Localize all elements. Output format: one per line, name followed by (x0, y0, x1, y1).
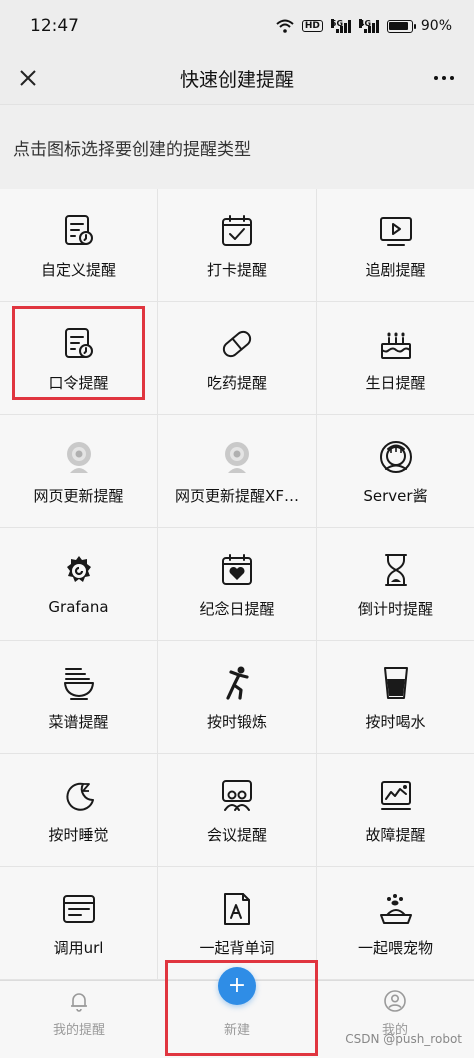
reminder-type-label: 按时喝水 (365, 713, 426, 731)
reminder-type-item[interactable]: 一起喂宠物 (317, 867, 474, 980)
reminder-type-item[interactable]: 生日提醒 (317, 302, 474, 415)
reminder-type-item[interactable]: 菜谱提醒 (0, 641, 157, 754)
battery-icon (386, 19, 416, 33)
reminder-type-label: 口令提醒 (48, 374, 109, 392)
reminder-type-item[interactable]: 打卡提醒 (158, 189, 316, 302)
moon-sleep-icon (61, 778, 97, 814)
more-button[interactable] (428, 62, 460, 94)
calendar-check-icon (219, 213, 255, 249)
close-button[interactable] (12, 62, 44, 94)
tab-label: 新建 (223, 1023, 250, 1038)
instructions-text: 点击图标选择要创建的提醒类型 (13, 140, 251, 160)
webcam-icon (219, 439, 255, 475)
reminder-type-label: 一起背单词 (199, 939, 275, 957)
reminder-type-label: 按时睡觉 (48, 826, 109, 844)
status-time: 12:47 (30, 16, 79, 36)
exercise-icon (219, 665, 255, 701)
doc-clock-icon (61, 213, 97, 249)
bowl-icon (61, 665, 97, 701)
reminder-type-item[interactable]: 倒计时提醒 (317, 528, 474, 641)
reminder-type-item[interactable]: 网页更新提醒 (0, 415, 157, 528)
water-glass-icon (378, 665, 414, 701)
battery-percent: 90% (420, 18, 452, 34)
watermark: CSDN @push_robot (345, 1032, 462, 1046)
pet-bowl-icon (378, 891, 414, 927)
reminder-type-label: 追剧提醒 (365, 261, 426, 279)
pill-icon (219, 326, 255, 362)
reminder-type-label: 网页更新提醒XF… (175, 487, 299, 505)
webcam-icon (61, 439, 97, 475)
tab-my-reminders[interactable]: 我的提醒 (0, 981, 158, 1058)
cake-icon (378, 326, 414, 362)
reminder-type-item[interactable]: Server酱 (317, 415, 474, 528)
reminder-type-item[interactable]: 一起背单词 (158, 867, 316, 980)
hourglass-icon (378, 552, 414, 588)
reminder-type-item[interactable]: 按时喝水 (317, 641, 474, 754)
reminder-type-label: 网页更新提醒 (33, 487, 124, 505)
reminder-type-label: 打卡提醒 (206, 261, 267, 279)
signal-icon-5g: 5G (330, 19, 351, 33)
close-icon (20, 70, 36, 86)
tab-label: 我的提醒 (52, 1023, 105, 1038)
add-button[interactable]: + (218, 967, 256, 1005)
reminder-type-item[interactable]: 故障提醒 (317, 754, 474, 867)
reminder-type-item[interactable]: 按时睡觉 (0, 754, 157, 867)
status-icons: HD 5G 4G 90% (276, 18, 452, 34)
bell-icon (71, 993, 87, 1012)
reminder-type-label: 吃药提醒 (206, 374, 267, 392)
reminder-type-label: 纪念日提醒 (199, 600, 275, 618)
instructions-bar: 点击图标选择要创建的提醒类型 (0, 104, 474, 188)
reminder-type-label: 倒计时提醒 (357, 600, 433, 618)
reminder-type-label: 会议提醒 (206, 826, 267, 844)
reminder-type-item[interactable]: 会议提醒 (158, 754, 316, 867)
reminder-type-item[interactable]: 按时锻炼 (158, 641, 316, 754)
reminder-type-item[interactable]: 吃药提醒 (158, 302, 316, 415)
status-bar: 12:47 HD 5G 4G 90% (0, 0, 474, 52)
reminder-type-label: 生日提醒 (365, 374, 426, 392)
calendar-heart-icon (219, 552, 255, 588)
reminder-type-item[interactable]: 网页更新提醒XF… (158, 415, 316, 528)
nav-bar: 快速创建提醒 (0, 52, 474, 104)
reminder-type-label: Server酱 (363, 487, 428, 505)
wifi-icon (276, 19, 294, 33)
meeting-icon (219, 778, 255, 814)
reminder-type-label: 一起喂宠物 (357, 939, 433, 957)
reminder-type-label: 按时锻炼 (206, 713, 267, 731)
reminder-type-label: 调用url (53, 939, 104, 957)
browser-window-icon (61, 891, 97, 927)
reminder-type-label: 自定义提醒 (40, 261, 116, 279)
reminder-type-item[interactable]: 调用url (0, 867, 157, 980)
tab-me[interactable]: 我的 (316, 981, 474, 1058)
hd-badge: HD (301, 20, 323, 32)
more-icon-dot (434, 76, 438, 80)
user-icon (384, 990, 406, 1012)
reminder-type-label: 菜谱提醒 (48, 713, 109, 731)
tv-play-icon (378, 213, 414, 249)
signal-icon-4g: 4G (358, 19, 379, 33)
reminder-type-label: Grafana (48, 598, 109, 616)
server-avatar-icon (378, 439, 414, 475)
reminder-type-item[interactable]: 追剧提醒 (317, 189, 474, 302)
more-icon-dot (442, 76, 446, 80)
fault-chart-icon (378, 778, 414, 814)
reminder-type-item[interactable]: 口令提醒 (0, 302, 157, 415)
doc-clock-icon (61, 326, 97, 362)
plus-icon: + (227, 973, 247, 998)
reminder-type-item[interactable]: 自定义提醒 (0, 189, 157, 302)
more-icon-dot (450, 76, 454, 80)
page-title: 快速创建提醒 (179, 68, 294, 91)
reminder-type-item[interactable]: Grafana (0, 528, 157, 641)
reminder-type-grid: 自定义提醒 打卡提醒 追剧提醒口令提醒 吃药提醒 生日提醒网页更新提醒 网页更新提醒XF…… (0, 189, 474, 980)
reminder-type-label: 故障提醒 (365, 826, 426, 844)
reminder-type-item[interactable]: 纪念日提醒 (158, 528, 316, 641)
grafana-icon (61, 552, 97, 588)
word-card-icon (219, 891, 255, 927)
